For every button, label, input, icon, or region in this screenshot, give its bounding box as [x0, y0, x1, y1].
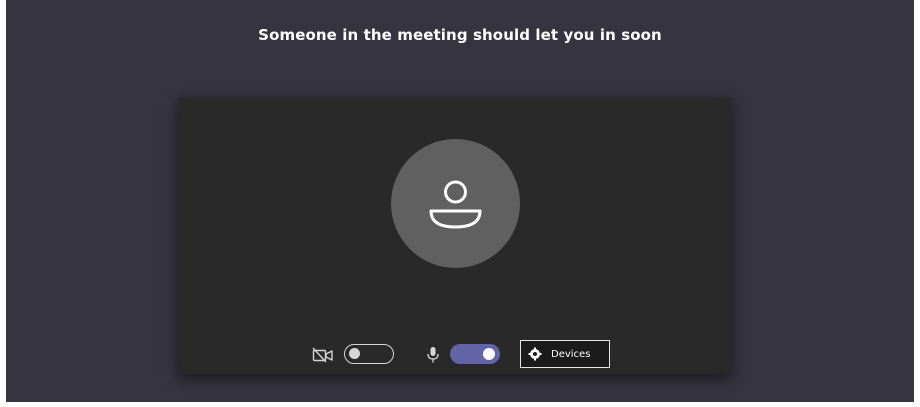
microphone-toggle-knob — [483, 348, 495, 360]
camera-toggle[interactable] — [344, 344, 394, 364]
devices-button-label: Devices — [551, 348, 591, 360]
video-preview-card: Devices — [179, 98, 731, 374]
device-controls-bar: Devices — [179, 338, 731, 370]
user-avatar — [391, 139, 520, 268]
microphone-icon — [427, 347, 439, 363]
camera-toggle-knob — [349, 348, 360, 359]
lobby-waiting-message: Someone in the meeting should let you in… — [258, 26, 662, 44]
gear-icon — [528, 347, 542, 361]
person-icon — [429, 180, 482, 229]
camera-icon — [312, 347, 333, 363]
lobby-screen: Someone in the meeting should let you in… — [6, 0, 914, 402]
microphone-toggle[interactable] — [450, 344, 500, 364]
devices-button[interactable]: Devices — [520, 340, 610, 368]
